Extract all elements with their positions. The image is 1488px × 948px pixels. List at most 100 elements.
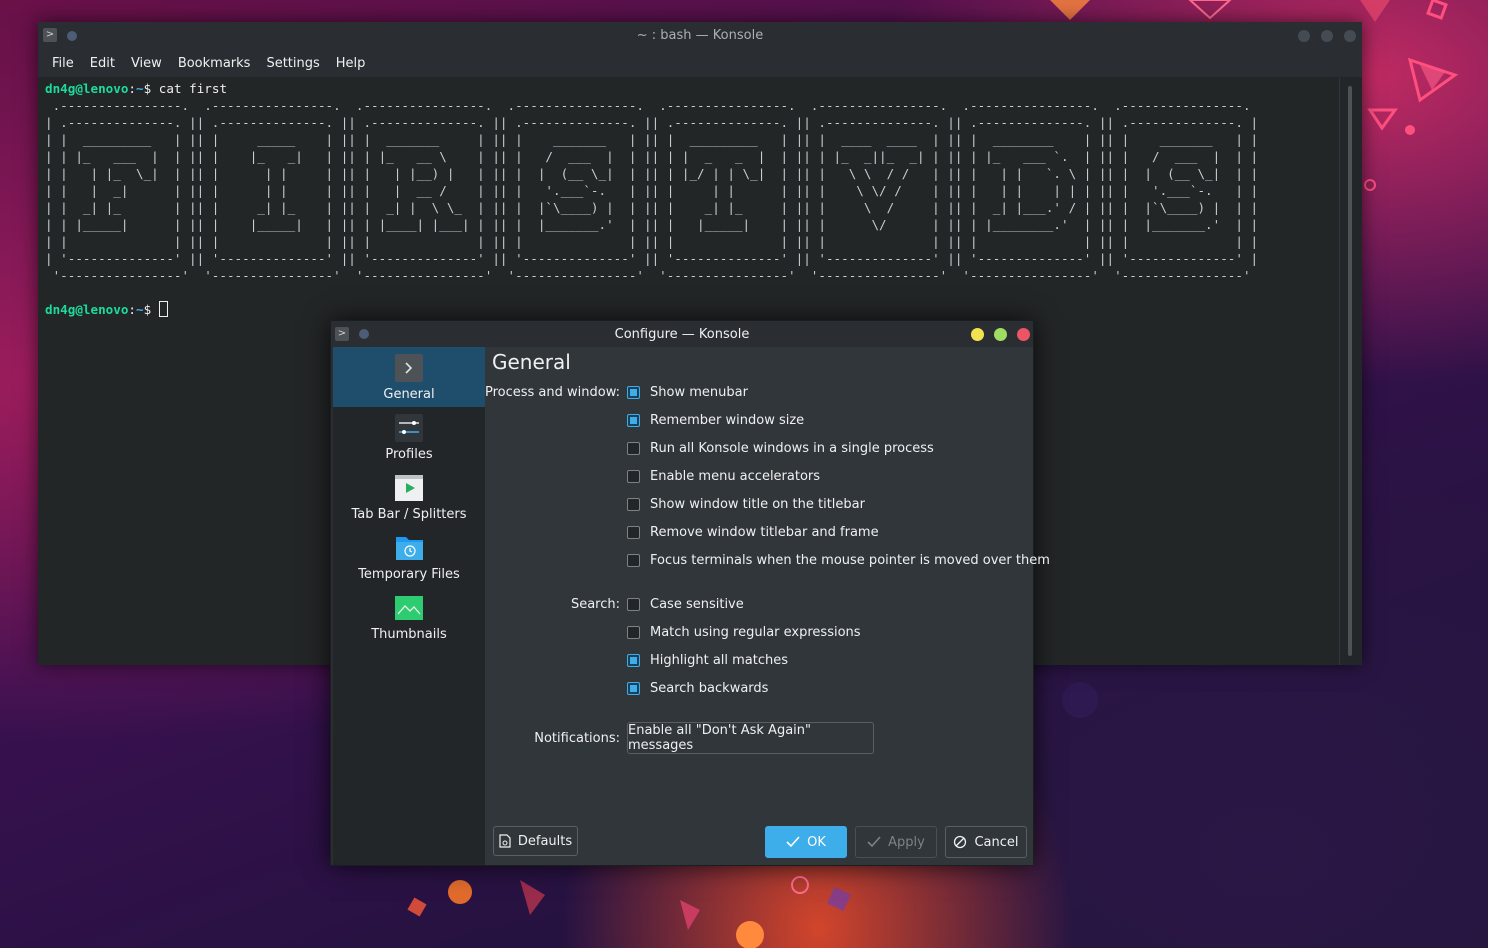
cancel-button[interactable]: Cancel bbox=[945, 826, 1027, 858]
terminal-app-icon[interactable]: > bbox=[335, 327, 349, 341]
konsole-app-icon bbox=[395, 354, 423, 382]
option-label: Search backwards bbox=[650, 680, 769, 696]
checkbox[interactable] bbox=[627, 385, 640, 399]
button-label: OK bbox=[807, 834, 826, 850]
prompt-path: ~ bbox=[136, 81, 144, 96]
option-single-process[interactable]: Run all Konsole windows in a single proc… bbox=[485, 438, 1033, 458]
sidebar-item-label: Profiles bbox=[385, 447, 433, 462]
prompt-path: ~ bbox=[136, 302, 144, 317]
checkbox[interactable] bbox=[627, 441, 640, 455]
option-search-backwards[interactable]: Search backwards bbox=[485, 678, 1033, 698]
section-label-process: Process and window: bbox=[484, 384, 620, 400]
sidebar-item-label: Temporary Files bbox=[358, 567, 460, 582]
option-focus-terminals[interactable]: Focus terminals when the mouse pointer i… bbox=[485, 550, 1050, 570]
option-remember-window-size[interactable]: Remember window size bbox=[485, 410, 1033, 430]
checkbox[interactable] bbox=[627, 413, 640, 427]
option-label: Focus terminals when the mouse pointer i… bbox=[650, 552, 1050, 568]
option-label: Enable menu accelerators bbox=[650, 468, 821, 484]
section-label-notifications: Notifications: bbox=[534, 730, 620, 746]
option-highlight-all[interactable]: Highlight all matches bbox=[485, 650, 1033, 670]
option-label: Match using regular expressions bbox=[650, 624, 861, 640]
apply-button[interactable]: Apply bbox=[855, 826, 937, 858]
ok-button[interactable]: OK bbox=[765, 826, 847, 858]
button-label: Defaults bbox=[517, 833, 573, 849]
menu-help[interactable]: Help bbox=[328, 56, 374, 71]
option-label: Remove window titlebar and frame bbox=[650, 524, 879, 540]
sidebar-item-profiles[interactable]: Profiles bbox=[333, 407, 485, 467]
terminal-app-icon[interactable]: > bbox=[43, 28, 57, 42]
pin-icon[interactable] bbox=[67, 31, 77, 41]
ascii-art-output: .----------------. .----------------. .-… bbox=[45, 98, 1259, 283]
option-label: Run all Konsole windows in a single proc… bbox=[650, 440, 934, 456]
sidebar-item-general[interactable]: General bbox=[333, 347, 485, 407]
scrollbar[interactable] bbox=[1348, 86, 1352, 656]
dialog-titlebar[interactable]: > Configure — Konsole bbox=[331, 321, 1033, 347]
maximize-button[interactable] bbox=[994, 328, 1007, 341]
cancel-icon bbox=[954, 835, 967, 849]
menu-bookmarks[interactable]: Bookmarks bbox=[170, 56, 259, 71]
scrollbar-track bbox=[1339, 78, 1340, 665]
checkbox[interactable] bbox=[627, 597, 640, 611]
checkbox[interactable] bbox=[627, 653, 640, 667]
enable-dont-ask-again-button[interactable]: Enable all "Don't Ask Again" messages bbox=[627, 722, 874, 754]
settings-content: General Process and window: Show menubar… bbox=[485, 347, 1050, 865]
pin-icon[interactable] bbox=[359, 329, 369, 339]
konsole-titlebar[interactable]: > ~ : bash — Konsole bbox=[38, 22, 1362, 49]
maximize-button[interactable] bbox=[1321, 30, 1333, 42]
checkbox[interactable] bbox=[627, 469, 640, 483]
option-label: Highlight all matches bbox=[650, 652, 789, 668]
page-title: General bbox=[492, 350, 571, 374]
settings-sidebar: General Profiles Tab Bar / Splitters Tem… bbox=[333, 347, 485, 865]
option-menu-accelerators[interactable]: Enable menu accelerators bbox=[485, 466, 1033, 486]
button-label: Apply bbox=[888, 834, 925, 850]
minimize-button[interactable] bbox=[971, 328, 984, 341]
option-label: Show window title on the titlebar bbox=[650, 496, 865, 512]
menu-edit[interactable]: Edit bbox=[82, 56, 123, 71]
check-icon bbox=[786, 836, 800, 848]
sidebar-item-thumbnails[interactable]: Thumbnails bbox=[333, 587, 485, 647]
window-title: ~ : bash — Konsole bbox=[636, 28, 764, 43]
prompt-separator: : bbox=[128, 81, 136, 96]
document-reset-icon bbox=[499, 834, 511, 848]
check-icon bbox=[867, 836, 881, 848]
option-window-title[interactable]: Show window title on the titlebar bbox=[485, 494, 1033, 514]
sidebar-item-label: Thumbnails bbox=[371, 627, 447, 642]
folder-clock-icon bbox=[395, 534, 423, 562]
tab-bar-icon bbox=[395, 474, 423, 502]
text-cursor bbox=[158, 301, 168, 317]
minimize-button[interactable] bbox=[1298, 30, 1310, 42]
checkbox[interactable] bbox=[627, 553, 640, 567]
menu-file[interactable]: File bbox=[44, 56, 82, 71]
active-prompt-line: dn4g@lenovo:~$ bbox=[45, 301, 1340, 318]
option-case-sensitive[interactable]: Search: Case sensitive bbox=[485, 594, 1033, 614]
dialog-title: Configure — Konsole bbox=[614, 326, 750, 342]
prompt-user: dn4g@lenovo bbox=[45, 302, 129, 317]
menu-view[interactable]: View bbox=[123, 56, 170, 71]
option-label: Show menubar bbox=[650, 384, 748, 400]
configure-dialog: > Configure — Konsole General Profiles T… bbox=[330, 320, 1050, 866]
sliders-icon bbox=[395, 414, 423, 442]
option-remove-titlebar[interactable]: Remove window titlebar and frame bbox=[485, 522, 1033, 542]
prompt-suffix: $ bbox=[143, 302, 152, 317]
checkbox[interactable] bbox=[627, 525, 640, 539]
command-text: cat first bbox=[158, 81, 228, 96]
sidebar-item-label: Tab Bar / Splitters bbox=[351, 507, 467, 522]
option-regex[interactable]: Match using regular expressions bbox=[485, 622, 1033, 642]
checkbox[interactable] bbox=[627, 497, 640, 511]
menu-settings[interactable]: Settings bbox=[258, 56, 327, 71]
button-label: Cancel bbox=[974, 834, 1019, 850]
prompt-user: dn4g@lenovo bbox=[45, 81, 129, 96]
defaults-button[interactable]: Defaults bbox=[493, 826, 578, 856]
menubar: File Edit View Bookmarks Settings Help bbox=[38, 49, 1362, 77]
button-label: Enable all "Don't Ask Again" messages bbox=[628, 723, 811, 753]
sidebar-item-temporary-files[interactable]: Temporary Files bbox=[333, 527, 485, 587]
close-button[interactable] bbox=[1344, 30, 1356, 42]
prompt-suffix: $ bbox=[143, 81, 152, 96]
option-show-menubar[interactable]: Process and window: Show menubar bbox=[485, 382, 1033, 402]
close-button[interactable] bbox=[1017, 328, 1030, 341]
prompt-separator: : bbox=[128, 302, 136, 317]
checkbox[interactable] bbox=[627, 681, 640, 695]
checkbox[interactable] bbox=[627, 625, 640, 639]
section-label-search: Search: bbox=[570, 596, 620, 612]
sidebar-item-tab-bar-splitters[interactable]: Tab Bar / Splitters bbox=[333, 467, 485, 527]
